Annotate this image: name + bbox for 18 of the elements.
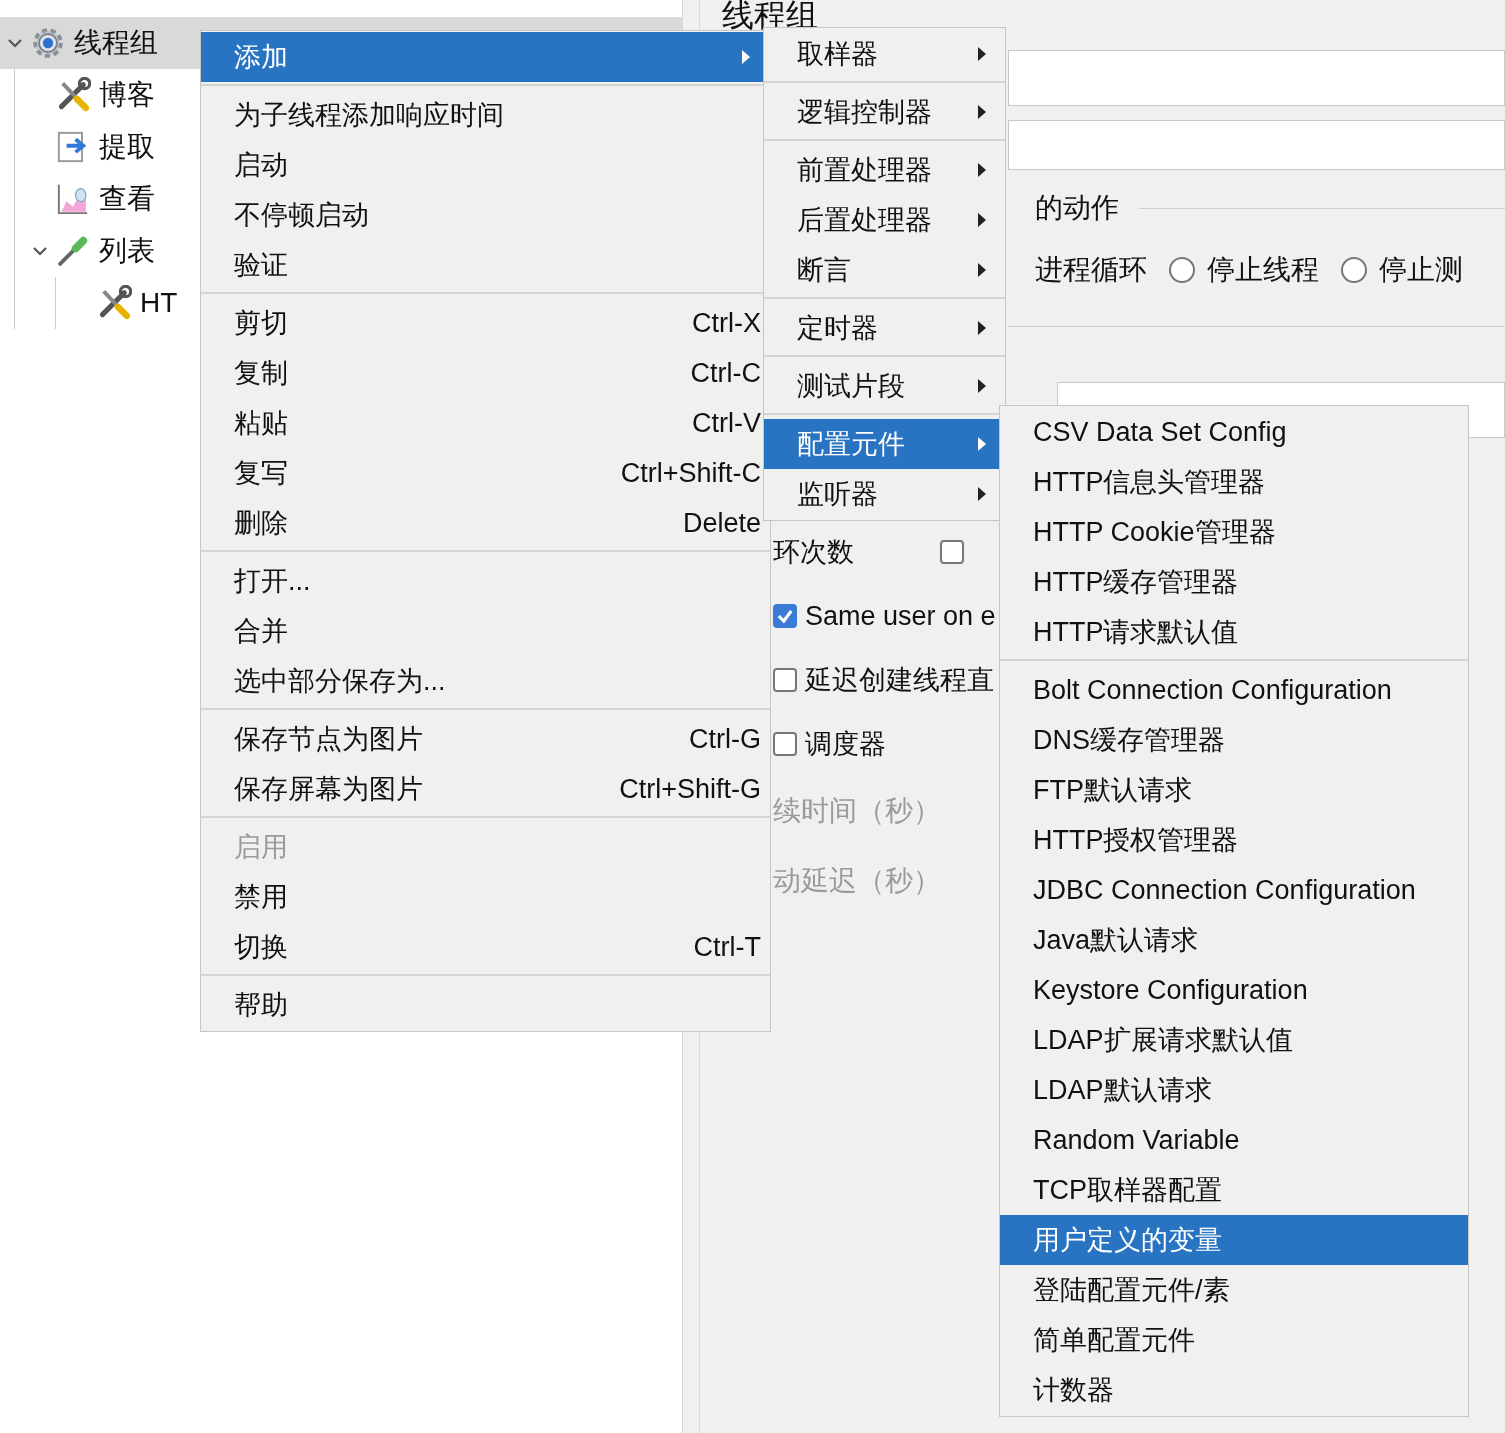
section-label: 的动作: [1035, 191, 1119, 225]
checkbox-label: Same user on e: [805, 600, 996, 632]
shortcut-text: Ctrl+Shift-C: [620, 457, 761, 489]
checkbox-label: 调度器: [805, 728, 886, 761]
shortcut-text: Ctrl-C: [690, 357, 761, 389]
shortcut-text: Ctrl-V: [692, 407, 761, 439]
shortcut-text: Ctrl-X: [692, 307, 761, 339]
shortcut-text: Ctrl+Shift-G: [619, 773, 761, 805]
radio-label: 进程循环: [1035, 253, 1147, 287]
radio-label: 停止测: [1379, 253, 1463, 287]
radio-label: 停止线程: [1207, 253, 1319, 287]
checkbox-label: 延迟创建线程直: [805, 664, 994, 697]
field-label: 动延迟（秒）: [773, 864, 941, 898]
shortcut-text: Ctrl-T: [693, 931, 761, 963]
field-label: 续时间（秒）: [773, 794, 941, 828]
shortcut-text: Ctrl-G: [689, 723, 761, 755]
shortcut-text: Delete: [682, 507, 761, 539]
field-label: 环次数: [773, 536, 854, 569]
